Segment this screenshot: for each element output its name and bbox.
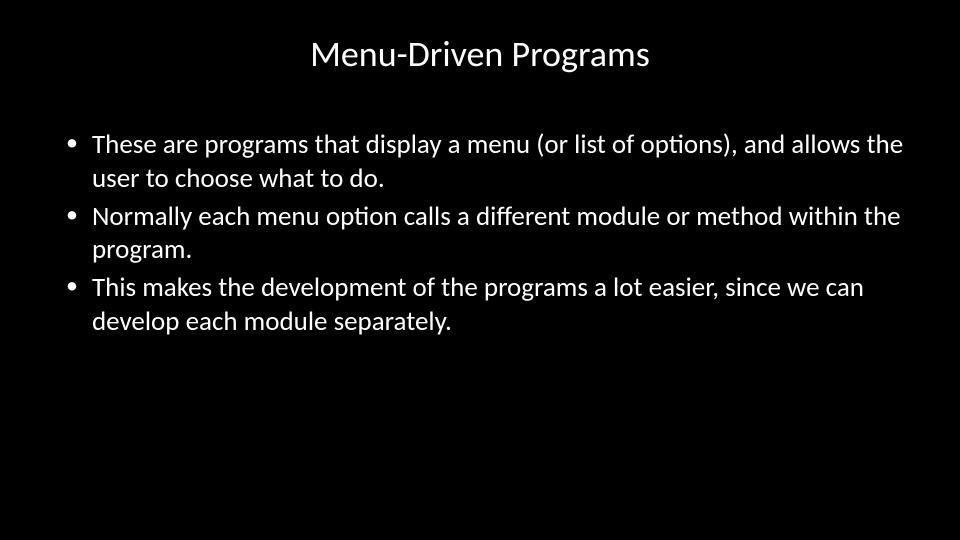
slide-title: Menu-Driven Programs [48,32,912,76]
bullet-item: Normally each menu option calls a differ… [60,200,912,268]
bullet-list: These are programs that display a menu (… [60,128,912,339]
bullet-item: These are programs that display a menu (… [60,128,912,196]
bullet-item: This makes the development of the progra… [60,271,912,339]
slide-container: Menu-Driven Programs These are programs … [0,0,960,540]
slide-content: These are programs that display a menu (… [48,128,912,339]
